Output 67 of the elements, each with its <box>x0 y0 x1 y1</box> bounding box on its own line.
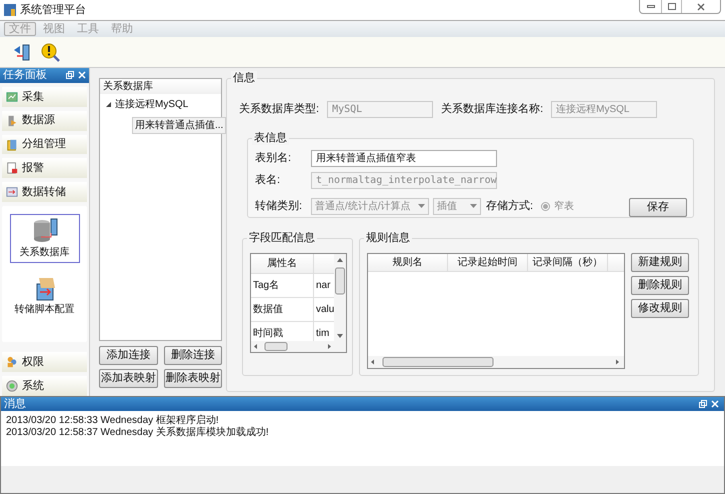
panel-section[interactable]: 采集 <box>2 86 87 107</box>
users-icon <box>6 356 18 368</box>
close-icon[interactable] <box>711 400 719 408</box>
horizontal-scrollbar[interactable] <box>251 341 346 352</box>
field-label: 表名: <box>255 173 282 188</box>
group-title: 字段匹配信息 <box>247 231 317 245</box>
field-label: 表别名: <box>255 151 292 166</box>
tree-node[interactable]: 连接远程MySQL <box>115 97 188 112</box>
panel-section[interactable]: 系统 <box>2 376 87 396</box>
text-field[interactable]: 用来转普通点插值窄表 <box>311 150 497 167</box>
restore-icon[interactable] <box>66 71 74 80</box>
action-button[interactable]: 删除连接 <box>164 346 222 365</box>
group-title: 规则信息 <box>364 231 412 245</box>
warning-search-icon[interactable] <box>40 42 60 62</box>
log-line: 2013/03/20 12:58:37 Wednesday 关系数据库模块加载成功! <box>6 427 270 439</box>
tree-header: 关系数据库 <box>100 79 221 94</box>
close-icon[interactable] <box>78 71 86 80</box>
panel-section[interactable]: 报警 <box>2 158 87 178</box>
column-header: 记录间隔（秒） <box>528 254 608 271</box>
panel-section[interactable]: 分组管理 <box>2 134 87 154</box>
action-button[interactable]: 删除表映射 <box>164 369 222 388</box>
panel-title: 任务面板 <box>3 68 47 82</box>
gear-icon <box>6 380 18 392</box>
action-button[interactable]: 保存 <box>629 198 687 217</box>
restore-icon[interactable] <box>699 400 707 408</box>
action-button[interactable]: 添加表映射 <box>99 369 158 388</box>
action-button[interactable]: 删除规则 <box>631 276 689 295</box>
table-cell: 数据值 <box>251 298 314 321</box>
close-icon <box>697 2 705 10</box>
column-header: 属性名 <box>251 254 314 273</box>
field-label: 关系数据库类型: <box>239 102 320 118</box>
log-line: 2013/03/20 12:58:33 Wednesday 框架程序启动! <box>6 415 220 426</box>
column-header: 规则名 <box>368 254 448 271</box>
panel-item[interactable]: 转储脚本配置 <box>10 271 80 320</box>
vertical-scrollbar[interactable] <box>334 254 346 341</box>
chart-icon <box>6 90 18 103</box>
window-title: 系统管理平台 <box>20 2 86 18</box>
radio-label: 窄表 <box>554 200 574 214</box>
action-button[interactable]: 添加连接 <box>99 346 158 365</box>
action-button[interactable]: 修改规则 <box>631 299 689 318</box>
folder-icon <box>6 138 18 151</box>
export-icon[interactable] <box>12 42 32 62</box>
group-title: 信息 <box>231 71 257 85</box>
horizontal-scrollbar[interactable] <box>368 356 624 368</box>
transfer-icon <box>6 186 18 198</box>
app-icon <box>4 4 16 16</box>
action-button[interactable]: 新建规则 <box>631 253 689 272</box>
tree-node[interactable]: 用来转普通点插值... <box>132 117 226 134</box>
table-cell: Tag名 <box>251 274 314 297</box>
dropdown-arrow-icon <box>470 204 477 208</box>
panel-title: 消息 <box>4 398 26 410</box>
panel-section[interactable]: 数据源 <box>2 110 87 131</box>
panel-item[interactable]: 关系数据库 <box>10 214 80 264</box>
field-label: 转储类别: <box>255 198 304 214</box>
panel-section[interactable]: 权限 <box>2 352 87 372</box>
dropdown-arrow-icon <box>418 204 425 208</box>
panel-section[interactable]: 数据转储 <box>2 182 87 202</box>
column-header: 记录起始时间 <box>448 254 528 271</box>
table-cell-text: valu <box>315 303 334 317</box>
field-label: 关系数据库连接名称: <box>441 102 544 118</box>
database-icon <box>6 114 18 127</box>
expander-icon[interactable] <box>106 102 111 107</box>
field-label: 存储方式: <box>486 198 534 214</box>
table-cell-text: tim <box>315 327 330 341</box>
table-cell-text: nar <box>315 279 332 293</box>
alert-document-icon <box>6 162 18 174</box>
group-title: 表信息 <box>252 131 289 145</box>
